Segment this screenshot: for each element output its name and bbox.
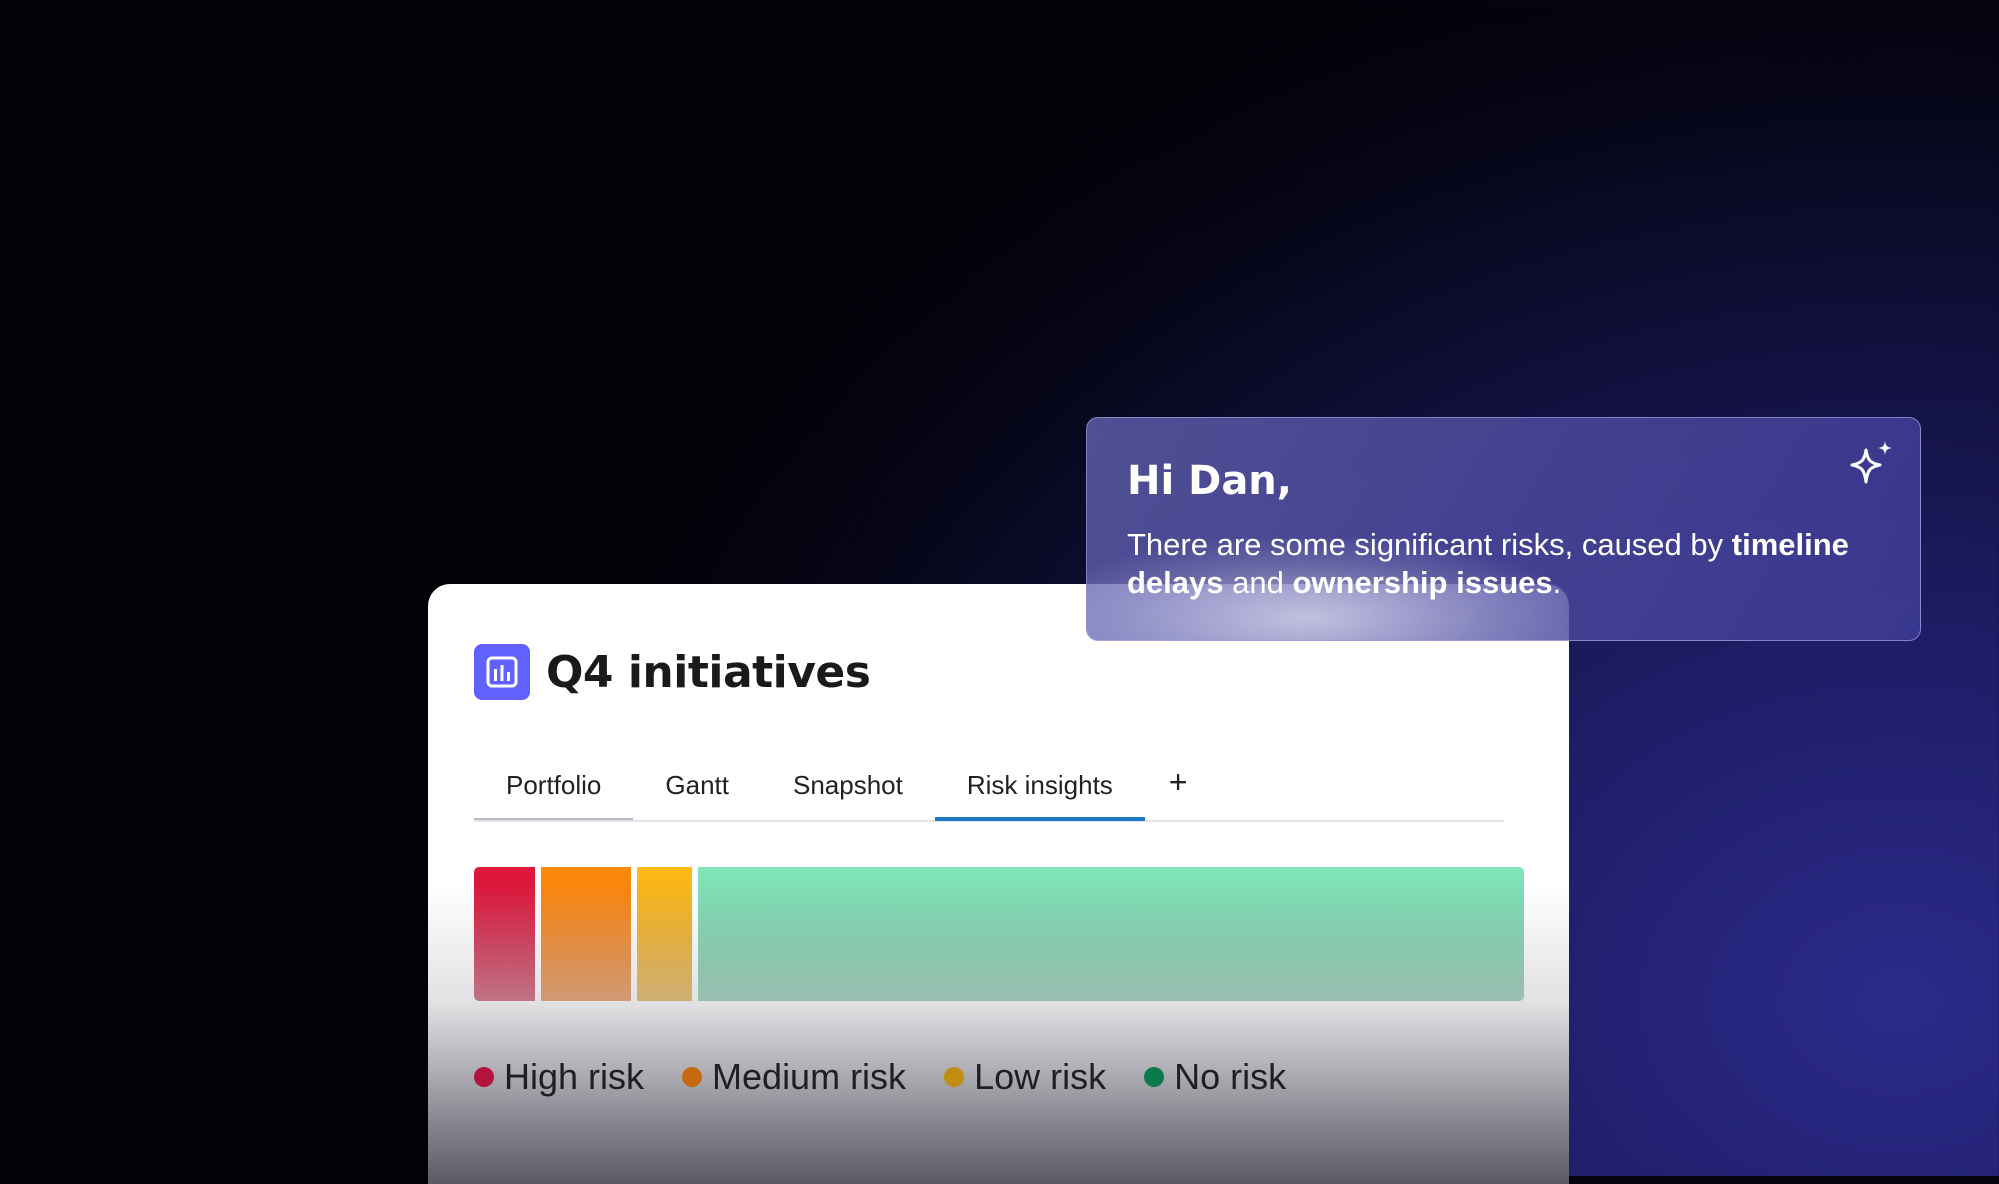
legend-item-medium: Medium risk <box>682 1056 906 1098</box>
legend-dot-none <box>1144 1067 1165 1087</box>
legend-dot-high <box>474 1067 494 1087</box>
risk-segment-low[interactable] <box>636 867 692 1001</box>
message-text: . <box>1552 565 1562 600</box>
sparkle-icon[interactable] <box>1844 438 1900 494</box>
message-highlight-ownership: ownership issues <box>1292 565 1553 600</box>
message-text: There are some significant risks, caused… <box>1127 527 1732 562</box>
risk-distribution-bar <box>474 867 1524 1001</box>
risk-segment-high[interactable] <box>474 867 535 1001</box>
tab-risk-insights[interactable]: Risk insights <box>934 762 1145 821</box>
legend-dot-low <box>944 1067 965 1087</box>
assistant-message: There are some significant risks, caused… <box>1127 526 1887 602</box>
legend-item-none: No risk <box>1144 1056 1286 1098</box>
assistant-greeting: Hi Dan, <box>1127 458 1292 504</box>
ai-assistant-card: Hi Dan, There are some significant risks… <box>1086 417 1921 641</box>
legend-label-none: No risk <box>1174 1056 1287 1097</box>
legend-label-low: Low risk <box>974 1056 1107 1097</box>
board-tabs: Portfolio Gantt Snapshot Risk insights + <box>474 762 1504 822</box>
tab-snapshot[interactable]: Snapshot <box>761 762 935 818</box>
tab-portfolio[interactable]: Portfolio <box>474 762 634 820</box>
legend-item-low: Low risk <box>944 1056 1106 1098</box>
legend-label-high: High risk <box>504 1056 645 1097</box>
add-tab-button[interactable]: + <box>1145 762 1212 818</box>
message-text: and <box>1223 565 1293 600</box>
legend-dot-medium <box>682 1067 703 1087</box>
board-card: Q4 initiatives Portfolio Gantt Snapshot … <box>428 584 1569 1184</box>
risk-segment-none[interactable] <box>697 867 1524 1001</box>
tab-gantt[interactable]: Gantt <box>633 762 761 818</box>
legend-item-high: High risk <box>474 1056 644 1098</box>
board-chart-icon <box>474 644 530 700</box>
risk-legend: High risk Medium risk Low risk No risk <box>474 1056 1286 1098</box>
board-header: Q4 initiatives <box>474 644 871 700</box>
board-title: Q4 initiatives <box>546 646 871 698</box>
legend-label-medium: Medium risk <box>712 1056 907 1097</box>
risk-segment-medium[interactable] <box>540 867 631 1001</box>
